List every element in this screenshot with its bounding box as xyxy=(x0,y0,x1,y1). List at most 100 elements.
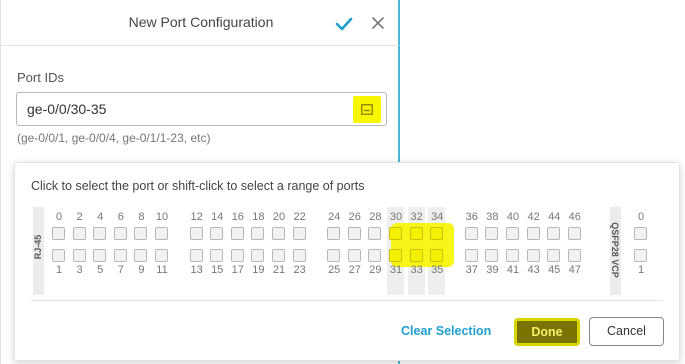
qsfp-label: QSFP28 VCP xyxy=(610,222,620,278)
port-number-20: 20 xyxy=(272,211,286,223)
port-number-12: 12 xyxy=(190,211,203,223)
port-number-11: 11 xyxy=(156,264,168,276)
port-checkbox-23[interactable] xyxy=(292,249,306,262)
port-number-4: 4 xyxy=(97,211,104,223)
selector-instruction: Click to select the port or shift-click … xyxy=(31,179,365,193)
port-number-5: 5 xyxy=(97,264,104,276)
port-number-36: 36 xyxy=(465,211,478,223)
port-checkbox-32[interactable] xyxy=(409,227,423,240)
port-number-34: 34 xyxy=(431,211,444,223)
port-number-0: 0 xyxy=(55,211,63,223)
port-checkbox-36[interactable] xyxy=(464,227,478,240)
done-button[interactable]: Done xyxy=(514,318,580,346)
port-number-44: 44 xyxy=(548,211,561,223)
port-checkbox-44[interactable] xyxy=(547,227,561,240)
port-checkbox-14[interactable] xyxy=(210,227,224,240)
vcp-port-number-1: 1 xyxy=(637,264,645,276)
port-checkbox-3[interactable] xyxy=(72,249,86,262)
port-number-13: 13 xyxy=(190,264,203,276)
port-number-18: 18 xyxy=(252,211,265,223)
clear-selection-button[interactable]: Clear Selection xyxy=(401,324,491,338)
port-checkbox-40[interactable] xyxy=(506,227,519,240)
port-number-10: 10 xyxy=(155,211,169,223)
port-checkbox-47[interactable] xyxy=(567,249,581,262)
port-checkbox-16[interactable] xyxy=(230,227,244,240)
port-number-39: 39 xyxy=(486,264,499,276)
port-number-40: 40 xyxy=(506,211,520,223)
port-checkbox-38[interactable] xyxy=(485,227,499,240)
port-checkbox-39[interactable] xyxy=(485,249,499,262)
port-checkbox-31[interactable] xyxy=(389,249,402,262)
port-checkbox-29[interactable] xyxy=(368,249,382,262)
port-checkbox-15[interactable] xyxy=(210,249,224,262)
port-number-35: 35 xyxy=(431,264,444,276)
port-checkbox-33[interactable] xyxy=(409,249,423,262)
port-number-15: 15 xyxy=(211,264,224,276)
port-number-17: 17 xyxy=(231,264,244,276)
port-checkbox-24[interactable] xyxy=(327,227,341,240)
vcp-port-checkbox-0[interactable] xyxy=(634,227,647,240)
port-checkbox-34[interactable] xyxy=(430,227,444,240)
port-checkbox-35[interactable] xyxy=(430,249,444,262)
port-checkbox-19[interactable] xyxy=(251,249,265,262)
port-checkbox-13[interactable] xyxy=(189,249,203,262)
port-checkbox-30[interactable] xyxy=(389,227,402,240)
port-checkbox-18[interactable] xyxy=(251,227,265,240)
port-picker-button[interactable] xyxy=(353,96,381,123)
qsfp-group-bar: QSFP28 VCP xyxy=(610,207,621,295)
port-number-27: 27 xyxy=(348,264,361,276)
port-number-24: 24 xyxy=(328,211,341,223)
port-number-42: 42 xyxy=(527,211,540,223)
port-checkbox-46[interactable] xyxy=(567,227,581,240)
port-checkbox-25[interactable] xyxy=(327,249,341,262)
vcp-port-checkbox-1[interactable] xyxy=(634,249,647,262)
port-checkbox-22[interactable] xyxy=(292,227,306,240)
port-number-45: 45 xyxy=(548,264,561,276)
port-number-22: 22 xyxy=(293,211,306,223)
port-checkbox-28[interactable] xyxy=(368,227,382,240)
port-picker-icon xyxy=(361,104,373,115)
port-number-33: 33 xyxy=(410,264,423,276)
rj45-group-bar: RJ-45 xyxy=(33,207,44,295)
rj45-label: RJ-45 xyxy=(33,234,43,260)
port-number-38: 38 xyxy=(486,211,499,223)
port-checkbox-26[interactable] xyxy=(347,227,361,240)
port-checkbox-11[interactable] xyxy=(155,249,168,262)
port-number-37: 37 xyxy=(465,264,478,276)
vcp-port-number-0: 0 xyxy=(637,211,645,223)
port-checkbox-37[interactable] xyxy=(464,249,478,262)
port-ids-input[interactable]: ge-0/0/30-35 xyxy=(16,92,387,126)
close-icon[interactable] xyxy=(371,16,385,30)
port-checkbox-0[interactable] xyxy=(52,227,65,240)
port-checkbox-4[interactable] xyxy=(93,227,107,240)
port-number-7: 7 xyxy=(117,264,124,276)
port-number-41: 41 xyxy=(506,264,520,276)
port-number-32: 32 xyxy=(410,211,423,223)
port-checkbox-17[interactable] xyxy=(230,249,244,262)
port-number-47: 47 xyxy=(568,264,581,276)
port-number-25: 25 xyxy=(328,264,341,276)
port-checkbox-12[interactable] xyxy=(189,227,203,240)
port-checkbox-42[interactable] xyxy=(526,227,540,240)
port-ids-label: Port IDs xyxy=(17,70,64,85)
port-number-43: 43 xyxy=(527,264,540,276)
port-checkbox-7[interactable] xyxy=(113,249,127,262)
port-checkbox-9[interactable] xyxy=(134,249,148,262)
dialog-header: New Port Configuration xyxy=(1,0,399,46)
port-number-9: 9 xyxy=(138,264,145,276)
port-checkbox-2[interactable] xyxy=(72,227,86,240)
port-checkbox-41[interactable] xyxy=(506,249,519,262)
port-checkbox-20[interactable] xyxy=(272,227,285,240)
port-checkbox-45[interactable] xyxy=(547,249,561,262)
port-checkbox-1[interactable] xyxy=(52,249,65,262)
cancel-button[interactable]: Cancel xyxy=(589,317,664,346)
port-checkbox-6[interactable] xyxy=(113,227,127,240)
port-checkbox-10[interactable] xyxy=(155,227,168,240)
port-checkbox-43[interactable] xyxy=(526,249,540,262)
port-checkbox-8[interactable] xyxy=(134,227,148,240)
port-checkbox-5[interactable] xyxy=(93,249,107,262)
port-checkbox-21[interactable] xyxy=(272,249,285,262)
port-number-28: 28 xyxy=(369,211,382,223)
port-checkbox-27[interactable] xyxy=(347,249,361,262)
checkmark-icon[interactable] xyxy=(335,15,353,33)
